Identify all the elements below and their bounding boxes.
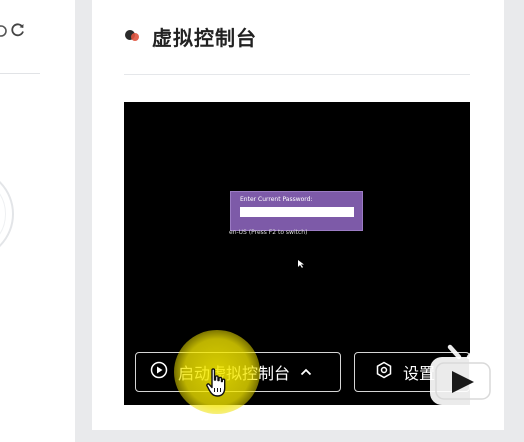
virtual-console-card: 虚拟控制台 Enter Current Password: en-US (Pre…: [92, 0, 504, 430]
header-divider: [124, 74, 470, 75]
password-dialog: Enter Current Password:: [230, 191, 363, 231]
card-header: 虚拟控制台: [124, 22, 257, 51]
settings-label: 设置: [403, 364, 436, 383]
left-panel: [0, 0, 75, 442]
play-circle-icon: [150, 361, 168, 383]
refresh-controls: [0, 22, 26, 42]
gauge-ring: [0, 168, 14, 260]
sync-icon[interactable]: [0, 23, 8, 42]
launch-console-label: 启动虚拟控制台: [178, 364, 291, 383]
keyboard-layout-hint: en-US (Press F2 to switch): [229, 229, 308, 236]
launch-console-button[interactable]: 启动虚拟控制台: [135, 352, 341, 392]
password-prompt: Enter Current Password:: [240, 196, 313, 203]
status-dot-icon: [124, 27, 142, 46]
refresh-icon[interactable]: [10, 22, 26, 42]
left-divider: [0, 73, 40, 74]
chevron-up-icon[interactable]: [300, 368, 312, 376]
console-toolbar: 启动虚拟控制台 设置: [135, 352, 470, 392]
card-title: 虚拟控制台: [152, 26, 257, 50]
mouse-pointer-icon: [298, 253, 304, 272]
settings-button[interactable]: 设置: [354, 352, 470, 392]
right-background-strip: [504, 0, 524, 442]
password-input[interactable]: [240, 207, 354, 217]
hexagon-settings-icon: [375, 361, 393, 383]
console-preview[interactable]: Enter Current Password: en-US (Press F2 …: [124, 102, 470, 405]
